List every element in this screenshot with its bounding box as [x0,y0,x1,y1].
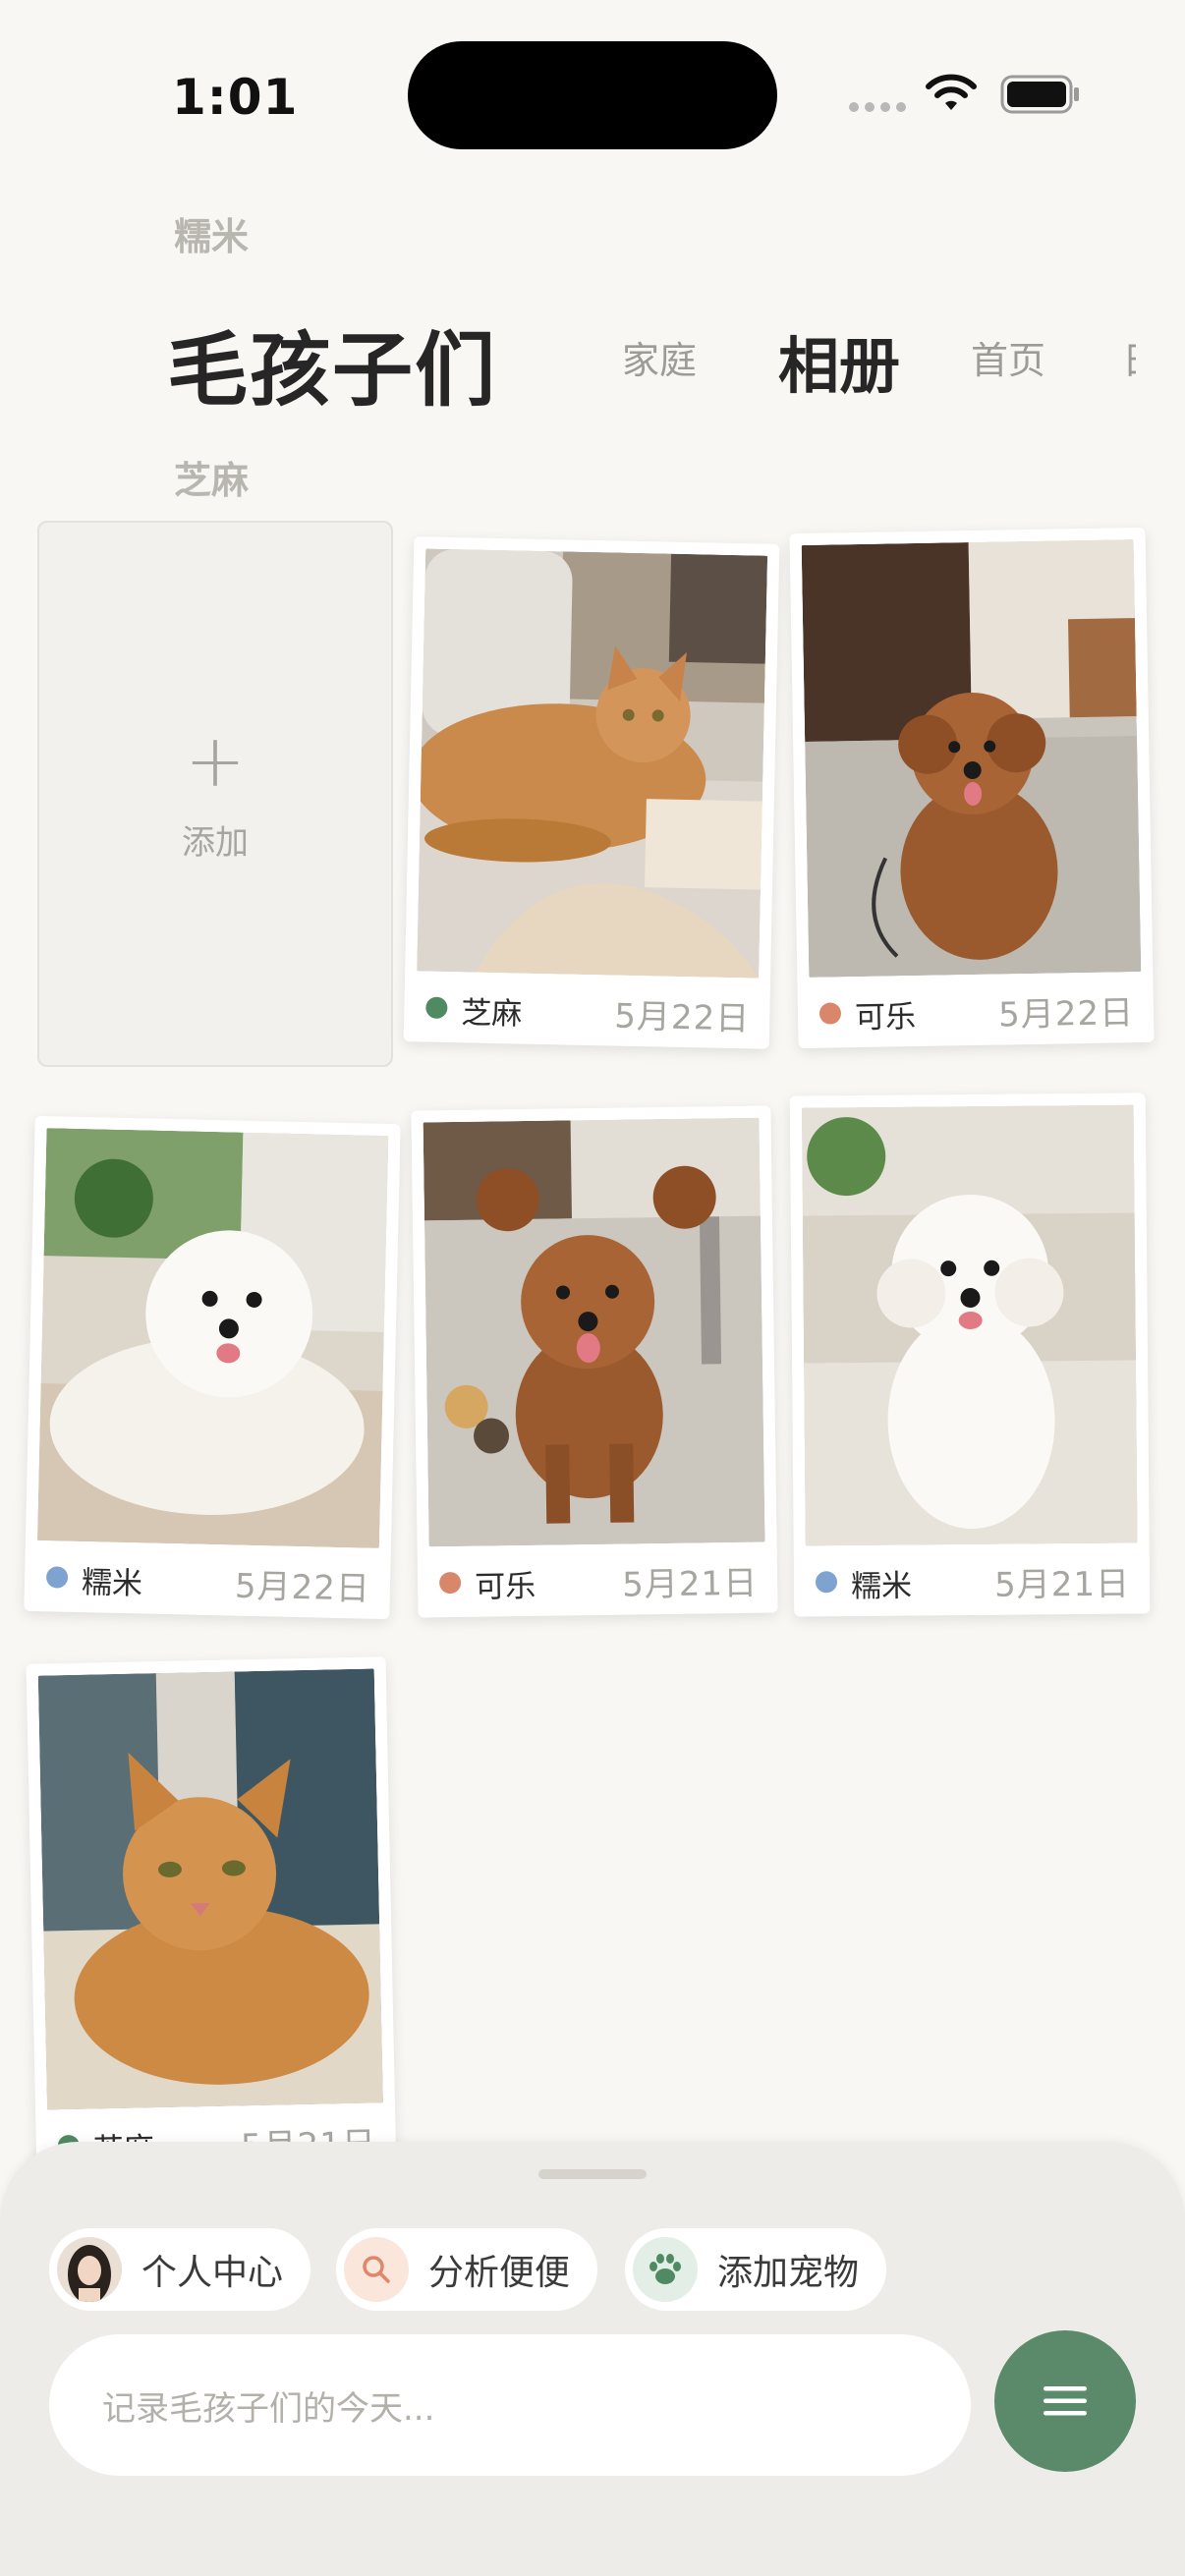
bottom-sheet: 个人中心 分析便便 添加宠物 记录毛孩子们的今天... [0,2142,1185,2576]
photo-date: 5月21日 [993,1564,1131,1605]
photo-date: 5月22日 [997,993,1135,1036]
chip-label: 个人中心 [141,2253,284,2293]
photo-brown-poodle-standing [423,1117,765,1547]
sheet-drag-handle[interactable] [538,2169,647,2179]
tab-diary[interactable]: 日 [1122,330,1136,384]
photo-date: 5月22日 [613,996,751,1039]
note-input[interactable]: 记录毛孩子们的今天... [49,2334,971,2476]
tab-home[interactable]: 首页 [971,330,1045,384]
photo-card[interactable]: 芝麻 5月22日 [403,536,780,1049]
search-icon [344,2237,409,2302]
chip-analyze-poop[interactable]: 分析便便 [336,2228,598,2311]
menu-icon [1044,2386,1087,2416]
pet-name: 可乐 [474,1568,536,1605]
chip-profile[interactable]: 个人中心 [49,2228,311,2311]
photo-card[interactable]: 糯米 5月22日 [24,1115,401,1620]
photo-white-poodle [36,1128,389,1548]
photo-orange-cat [417,548,768,979]
add-photo-card[interactable]: + 添加 [37,521,393,1067]
chip-add-pet[interactable]: 添加宠物 [625,2228,887,2311]
dynamic-island [408,41,777,149]
photo-date: 5月21日 [621,1563,759,1605]
pet-color-dot [45,1566,69,1589]
pet-color-dot [438,1571,462,1595]
pet-name: 糯米 [81,1565,143,1602]
wifi-icon [926,74,977,110]
photo-card[interactable]: 可乐 5月21日 [411,1105,778,1618]
plus-icon: + [184,718,246,804]
avatar [57,2237,122,2302]
add-label: 添加 [182,822,249,863]
photo-card[interactable]: 糯米 5月21日 [789,1092,1151,1617]
photo-card[interactable]: 可乐 5月22日 [789,527,1155,1049]
chip-label: 分析便便 [428,2253,571,2293]
pet-name: 芝麻 [460,995,523,1033]
pet-color-dot [818,1002,842,1025]
status-time: 1:01 [172,69,299,126]
battery-icon [1000,75,1079,114]
pet-color-dot [815,1571,838,1594]
note-input-placeholder: 记录毛孩子们的今天... [102,2388,435,2429]
photo-white-poodle-sitting [801,1104,1138,1546]
tab-family[interactable]: 家庭 [622,330,697,384]
tab-album[interactable]: 相册 [778,316,900,405]
paw-icon [633,2237,698,2302]
pet-name: 糯米 [850,1568,913,1605]
photo-date: 5月22日 [234,1566,371,1609]
pet-switch-above[interactable]: 糯米 [174,206,249,260]
photo-brown-poodle [801,539,1142,978]
photo-card[interactable]: 芝麻 5月21日 [26,1656,397,2181]
cellular-signal-icon [849,102,906,112]
menu-button[interactable] [994,2330,1136,2472]
photo-orange-cat-lying [37,1668,383,2110]
pet-switch-below[interactable]: 芝麻 [174,450,249,504]
page-title: 毛孩子们 [167,324,498,418]
pet-name: 可乐 [854,999,917,1036]
chip-label: 添加宠物 [717,2253,860,2293]
pet-color-dot [425,996,448,1019]
